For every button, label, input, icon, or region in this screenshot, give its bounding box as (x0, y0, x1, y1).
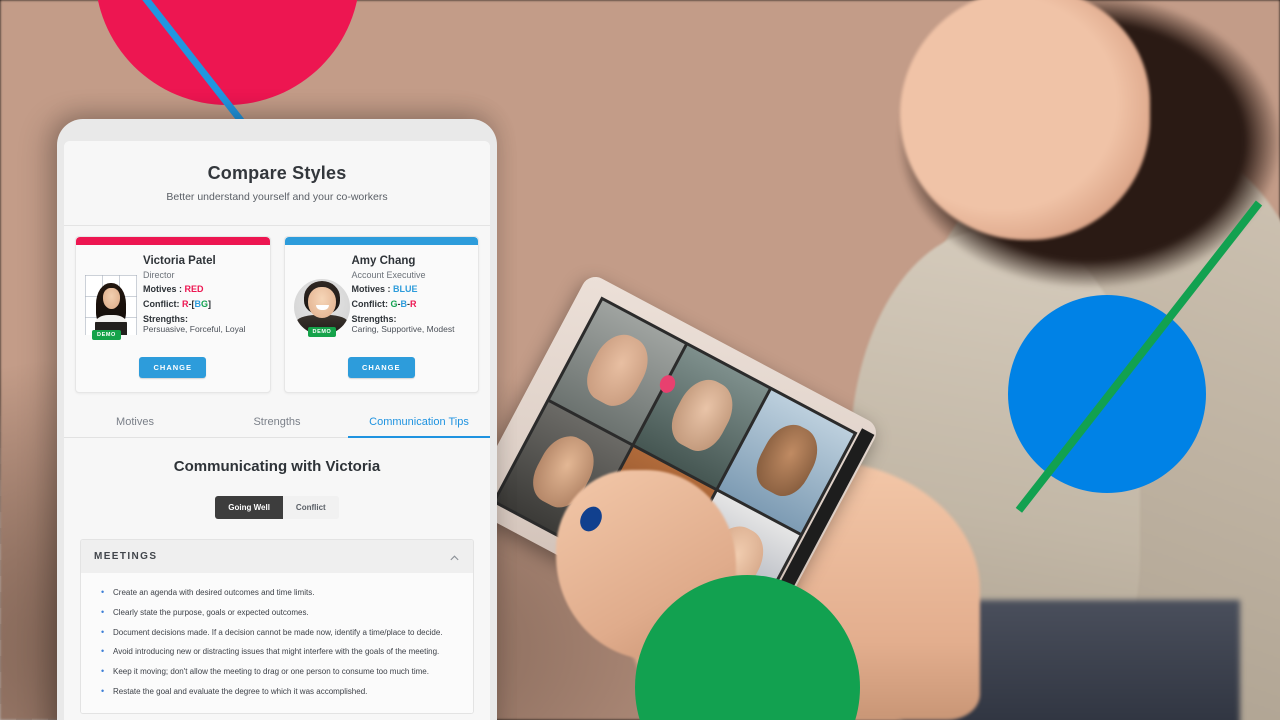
page-subtitle: Better understand yourself and your co-w… (166, 191, 388, 203)
card-accent-bar (284, 237, 478, 245)
card-accent-bar (76, 237, 270, 245)
conflict-label: Conflict: (351, 299, 389, 310)
accordion-body: • Create an agenda with desired outcomes … (81, 573, 473, 714)
tablet-mockup-frame: Compare Styles Better understand yoursel… (57, 119, 497, 720)
avatar-portrait (94, 281, 128, 336)
motives-value: BLUE (393, 283, 418, 294)
going-well-conflict-toggle: Going Well Conflict (215, 496, 339, 520)
chevron-up-icon[interactable] (449, 551, 460, 562)
accordion-title: MEETINGS (94, 551, 158, 563)
conflict-letter: R (410, 299, 417, 310)
person-card-amy[interactable]: DEMO Amy Chang Account Executive Motives… (283, 236, 479, 394)
tab-motives[interactable]: Motives (64, 407, 206, 438)
strengths-value: Caring, Supportive, Modest (351, 324, 455, 335)
bullet-icon: • (101, 646, 105, 657)
tip-text: Restate the goal and evaluate the degree… (113, 686, 368, 696)
bullet-icon: • (101, 607, 105, 618)
tip-item: • Create an agenda with desired outcomes … (85, 583, 463, 603)
tip-item: • Restate the goal and evaluate the degre… (85, 682, 463, 702)
app-screen: Compare Styles Better understand yoursel… (64, 141, 490, 720)
change-button[interactable]: CHANGE (347, 357, 415, 379)
motives-label: Motives : (351, 283, 391, 294)
demo-badge: DEMO (92, 330, 121, 341)
motives-row: Motives : BLUE (352, 284, 470, 295)
conflict-value: G-B-R (391, 299, 417, 309)
conflict-row: Conflict: R-[BG] (143, 299, 261, 310)
conflict-letter: G (201, 299, 209, 310)
accordion-header[interactable]: MEETINGS (81, 540, 473, 574)
conflict-letter: ] (208, 299, 212, 310)
avatar-wrap: DEMO (85, 275, 137, 341)
tip-text: Document decisions made. If a decision c… (113, 627, 443, 637)
communication-section: Communicating with Victoria Going Well Co… (64, 438, 490, 520)
accordion-meetings: MEETINGS • Create an agenda with desired o… (80, 539, 474, 715)
conflict-label: Conflict: (143, 299, 180, 310)
person-role: Account Executive (351, 269, 426, 280)
person-card-victoria[interactable]: DEMO Victoria Patel Director Motives : R… (75, 236, 271, 394)
tip-text: Avoid introducing new or distracting iss… (113, 647, 440, 657)
tip-item: • Clearly state the purpose, goals or exp… (85, 603, 463, 623)
person-name: Amy Chang (351, 255, 416, 267)
strengths-label: Strengths: (143, 314, 188, 325)
person-name: Victoria Patel (143, 255, 216, 267)
change-button[interactable]: CHANGE (139, 357, 206, 379)
bullet-icon: • (101, 626, 105, 637)
motives-label: Motives : (143, 283, 183, 294)
strengths-value: Persuasive, Forceful, Loyal (143, 324, 246, 335)
segment-going-well[interactable]: Going Well (215, 496, 283, 520)
page-header: Compare Styles Better understand yoursel… (64, 141, 490, 225)
tip-item: • Document decisions made. If a decision … (85, 623, 463, 643)
motives-row: Motives : RED (143, 284, 261, 295)
tab-strengths[interactable]: Strengths (206, 407, 348, 438)
bullet-icon: • (101, 666, 105, 677)
tab-bar: Motives Strengths Communication Tips (64, 407, 490, 439)
conflict-letter: G (390, 299, 398, 310)
section-heading: Communicating with Victoria (173, 458, 381, 476)
tip-text: Keep it moving; don't allow the meeting … (113, 667, 429, 677)
tip-item: • Keep it moving; don't allow the meeting… (85, 662, 463, 682)
accordion-list: MEETINGS • Create an agenda with desired o… (64, 539, 490, 720)
tip-text: Create an agenda with desired outcomes a… (113, 588, 315, 598)
conflict-row: Conflict: G-B-R (352, 299, 470, 310)
tab-communication-tips[interactable]: Communication Tips (348, 407, 490, 439)
page-title: Compare Styles (207, 163, 347, 183)
conflict-value: R-[BG] (182, 299, 211, 309)
segment-conflict[interactable]: Conflict (282, 496, 339, 520)
tip-text: Clearly state the purpose, goals or expe… (113, 608, 309, 618)
avatar (85, 275, 137, 336)
bullet-icon: • (101, 685, 105, 696)
motives-value: RED (184, 283, 204, 294)
avatar-wrap: DEMO (293, 279, 350, 338)
person-face (900, 0, 1150, 240)
compare-cards: DEMO Victoria Patel Director Motives : R… (64, 226, 490, 394)
person-role: Director (143, 269, 175, 280)
bullet-icon: • (101, 587, 105, 598)
demo-badge: DEMO (307, 327, 337, 338)
strengths-label: Strengths: (351, 314, 397, 325)
tip-item: • Avoid introducing new or distracting is… (85, 642, 463, 662)
